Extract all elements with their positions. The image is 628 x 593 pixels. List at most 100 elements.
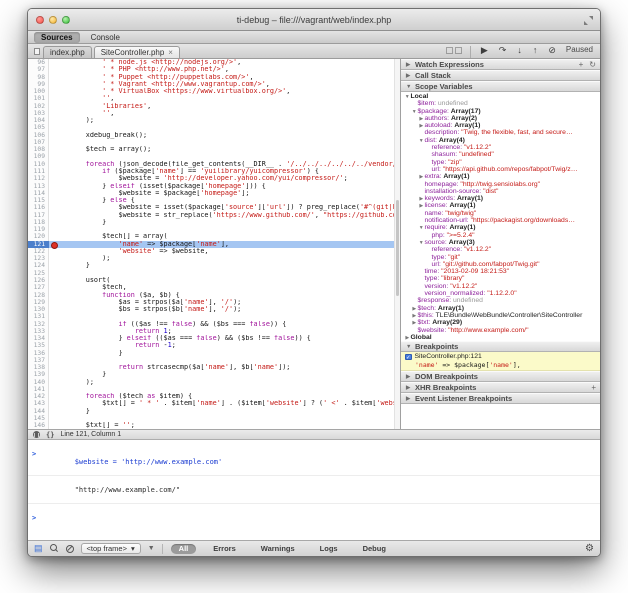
- tab-sources[interactable]: Sources: [34, 32, 80, 43]
- breakpoints-header[interactable]: ▼ Breakpoints: [401, 341, 600, 352]
- line-number-gutter[interactable]: 138: [28, 364, 49, 371]
- line-number-gutter[interactable]: 104: [28, 117, 49, 124]
- code-line[interactable]: 130 $bs = strpos($b['name'], '/');: [28, 306, 400, 313]
- console-result-row[interactable]: "http://www.example.com/": [28, 476, 600, 504]
- line-number-gutter[interactable]: 146: [28, 422, 49, 429]
- code-line[interactable]: 135 return -1;: [28, 342, 400, 349]
- line-number-gutter[interactable]: 116: [28, 204, 49, 211]
- code-line[interactable]: 111 if ($package['name'] == 'yuilibrary/…: [28, 168, 400, 175]
- pretty-print-icon[interactable]: {}: [46, 431, 54, 439]
- code-line[interactable]: 139 }: [28, 371, 400, 378]
- line-number-gutter[interactable]: 133: [28, 328, 49, 335]
- code-line[interactable]: 137: [28, 357, 400, 364]
- code-line[interactable]: 114 $website = $package['homepage'];: [28, 190, 400, 197]
- code-line[interactable]: 107: [28, 139, 400, 146]
- editor-scrollbar[interactable]: [394, 59, 400, 429]
- line-number-gutter[interactable]: 114: [28, 190, 49, 197]
- code-line[interactable]: 125: [28, 270, 400, 277]
- code-line[interactable]: 145: [28, 415, 400, 422]
- dom-breakpoints-header[interactable]: ▶ DOM Breakpoints: [401, 371, 600, 382]
- variable-row[interactable]: homepage: "http://twig.sensiolabs.org": [401, 181, 600, 188]
- code-line[interactable]: 129 $as = strpos($a['name'], '/');: [28, 299, 400, 306]
- line-number-gutter[interactable]: 117: [28, 212, 49, 219]
- variable-row[interactable]: installation-source: "dist": [401, 188, 600, 195]
- variable-row[interactable]: notification-url: "https://packagist.org…: [401, 217, 600, 224]
- code-line[interactable]: 134 } elseif (($as === false) && ($bs !=…: [28, 335, 400, 342]
- variable-row[interactable]: ▶keywords: Array(1): [401, 195, 600, 202]
- code-line[interactable]: 96 ' * node.js <http://nodejs.org/>',: [28, 59, 400, 66]
- code-line[interactable]: 141: [28, 386, 400, 393]
- step-over-icon[interactable]: ↷: [499, 46, 507, 55]
- code-editor[interactable]: 96 ' * node.js <http://nodejs.org/>',97 …: [28, 59, 400, 429]
- variable-row[interactable]: description: "Twig, the flexible, fast, …: [401, 129, 600, 136]
- variable-row[interactable]: version_normalized: "1.12.2.0": [401, 290, 600, 297]
- disable-breakpoints-icon[interactable]: ⊘: [548, 46, 556, 55]
- console-toggle-icon[interactable]: ▤: [34, 543, 43, 554]
- code-line[interactable]: 99 ' * Vagrant <http://www.vagrantup.com…: [28, 81, 400, 88]
- variable-row[interactable]: url: "git://github.com/fabpot/Twig.git": [401, 261, 600, 268]
- line-number-gutter[interactable]: 112: [28, 175, 49, 182]
- code-line[interactable]: 143 $txt[] = ' * ' . $item['name'] . ($i…: [28, 400, 400, 407]
- line-number-gutter[interactable]: 123: [28, 255, 49, 262]
- code-line[interactable]: 131: [28, 313, 400, 320]
- scope-variables-header[interactable]: ▼ Scope Variables: [401, 81, 600, 92]
- line-number-gutter[interactable]: 137: [28, 357, 49, 364]
- line-number-gutter[interactable]: 119: [28, 226, 49, 233]
- line-number-gutter[interactable]: 118: [28, 219, 49, 226]
- code-line[interactable]: 122 'website' => $website,: [28, 248, 400, 255]
- filter-logs[interactable]: Logs: [312, 544, 346, 554]
- code-line[interactable]: 132 if (($as !== false) && ($bs === fals…: [28, 321, 400, 328]
- code-line[interactable]: 123 );: [28, 255, 400, 262]
- code-line[interactable]: 126 usort(: [28, 277, 400, 284]
- line-number-gutter[interactable]: 98: [28, 74, 49, 81]
- frame-selector[interactable]: <top frame> ▾: [81, 543, 141, 554]
- breakpoint-entry[interactable]: ✓ SiteController.php:121 'name' => $pack…: [401, 352, 600, 371]
- variable-row[interactable]: ▶extra: Array(1): [401, 173, 600, 180]
- filter-errors[interactable]: Errors: [205, 544, 244, 554]
- add-watch-icon[interactable]: +: [579, 60, 584, 69]
- line-number-gutter[interactable]: 124: [28, 262, 49, 269]
- step-out-icon[interactable]: ↑: [533, 46, 538, 55]
- line-number-gutter[interactable]: 109: [28, 153, 49, 160]
- breakpoint-checkbox[interactable]: ✓: [405, 354, 412, 361]
- line-number-gutter[interactable]: 125: [28, 270, 49, 277]
- line-number-gutter[interactable]: 96: [28, 59, 49, 66]
- variable-row[interactable]: ▶license: Array(1): [401, 202, 600, 209]
- line-number-gutter[interactable]: 140: [28, 379, 49, 386]
- code-line[interactable]: 118 }: [28, 219, 400, 226]
- code-line[interactable]: 120 $tech[] = array(: [28, 233, 400, 240]
- code-line[interactable]: 128 function ($a, $b) {: [28, 292, 400, 299]
- line-number-gutter[interactable]: 103: [28, 110, 49, 117]
- code-line[interactable]: 109: [28, 153, 400, 160]
- variable-row[interactable]: type: "git": [401, 254, 600, 261]
- line-number-gutter[interactable]: 106: [28, 132, 49, 139]
- code-line[interactable]: 138 return strcasecmp($a['name'], $b['na…: [28, 364, 400, 371]
- variable-row[interactable]: ▶$this: TLE\Bundle\WebBundle\Controller\…: [401, 312, 600, 319]
- code-line[interactable]: 113 } elseif (isset($package['homepage']…: [28, 183, 400, 190]
- line-number-gutter[interactable]: 100: [28, 88, 49, 95]
- variable-row[interactable]: ▶$txt: Array(29): [401, 319, 600, 326]
- code-line[interactable]: 116 $website = isset($package['source'][…: [28, 204, 400, 211]
- line-number-gutter[interactable]: 113: [28, 183, 49, 190]
- line-number-gutter[interactable]: 111: [28, 168, 49, 175]
- line-number-gutter[interactable]: 101: [28, 95, 49, 102]
- step-into-icon[interactable]: ↓: [517, 46, 522, 55]
- variable-row[interactable]: ▶$tech: Array(1): [401, 305, 600, 312]
- code-line[interactable]: 117 $website = str_replace('https://www.…: [28, 212, 400, 219]
- variable-row[interactable]: time: "2013-02-09 18:21:53": [401, 268, 600, 275]
- call-stack-header[interactable]: ▶ Call Stack: [401, 70, 600, 81]
- line-number-gutter[interactable]: 108: [28, 146, 49, 153]
- tab-console[interactable]: Console: [84, 32, 127, 43]
- code-line[interactable]: 119: [28, 226, 400, 233]
- scrollbar-thumb[interactable]: [396, 200, 399, 296]
- variable-row[interactable]: php: ">=5.2.4": [401, 232, 600, 239]
- code-line[interactable]: 136 }: [28, 350, 400, 357]
- line-number-gutter[interactable]: 121: [28, 241, 49, 248]
- event-listener-breakpoints-header[interactable]: ▶ Event Listener Breakpoints: [401, 393, 600, 404]
- resize-grip-icon[interactable]: [584, 16, 593, 25]
- line-number-gutter[interactable]: 143: [28, 400, 49, 407]
- xhr-breakpoints-header[interactable]: ▶ XHR Breakpoints +: [401, 382, 600, 393]
- line-number-gutter[interactable]: 97: [28, 66, 49, 73]
- search-icon[interactable]: [50, 544, 59, 553]
- line-number-gutter[interactable]: 107: [28, 139, 49, 146]
